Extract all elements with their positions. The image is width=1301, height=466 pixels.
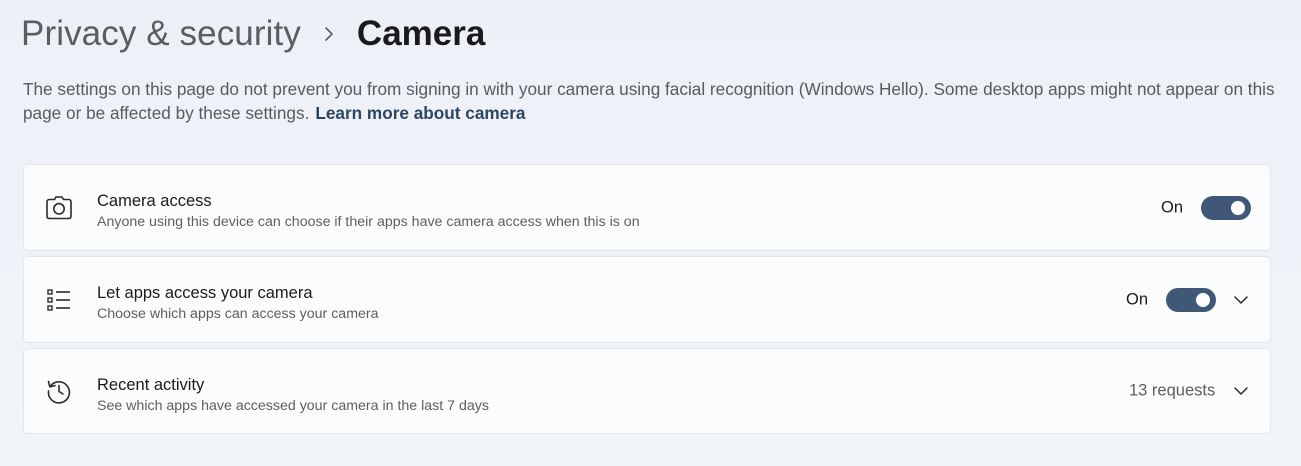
page-title: Camera — [356, 14, 486, 53]
recent-activity-subtitle: See which apps have accessed your camera… — [97, 398, 489, 414]
breadcrumb: Privacy & security Camera — [21, 10, 485, 58]
camera-access-subtitle: Anyone using this device can choose if t… — [97, 214, 640, 230]
let-apps-toggle[interactable] — [1166, 287, 1216, 312]
recent-activity-text: Recent activity See which apps have acce… — [97, 375, 489, 415]
learn-more-link[interactable]: Learn more about camera — [315, 103, 525, 123]
breadcrumb-privacy-security[interactable]: Privacy & security — [21, 14, 301, 54]
requests-count: 13 requests — [1129, 381, 1216, 400]
recent-activity-card[interactable]: Recent activity See which apps have acce… — [23, 348, 1271, 434]
camera-access-text: Camera access Anyone using this device c… — [97, 191, 640, 231]
toggle-knob — [1196, 292, 1210, 307]
chevron-down-icon[interactable] — [1231, 290, 1251, 310]
chevron-right-icon — [324, 26, 335, 42]
settings-page: Privacy & security Camera The settings o… — [0, 0, 1301, 466]
chevron-down-icon[interactable] — [1231, 381, 1251, 401]
let-apps-access-card[interactable]: Let apps access your camera Choose which… — [23, 256, 1271, 343]
let-apps-state-label: On — [1126, 290, 1149, 308]
let-apps-access-subtitle: Choose which apps can access your camera — [97, 306, 379, 322]
page-description: The settings on this page do not prevent… — [23, 77, 1283, 125]
camera-access-state-label: On — [1161, 198, 1184, 216]
camera-access-toggle[interactable] — [1201, 195, 1251, 220]
camera-icon — [45, 194, 73, 222]
let-apps-access-title: Let apps access your camera — [97, 284, 313, 302]
camera-access-card: Camera access Anyone using this device c… — [23, 164, 1271, 251]
description-text: The settings on this page do not prevent… — [23, 79, 1275, 123]
list-icon — [45, 286, 73, 314]
camera-access-title: Camera access — [97, 192, 212, 210]
toggle-knob — [1231, 200, 1245, 215]
history-icon — [45, 377, 73, 405]
recent-activity-title: Recent activity — [97, 376, 205, 394]
let-apps-access-text: Let apps access your camera Choose which… — [97, 283, 379, 323]
